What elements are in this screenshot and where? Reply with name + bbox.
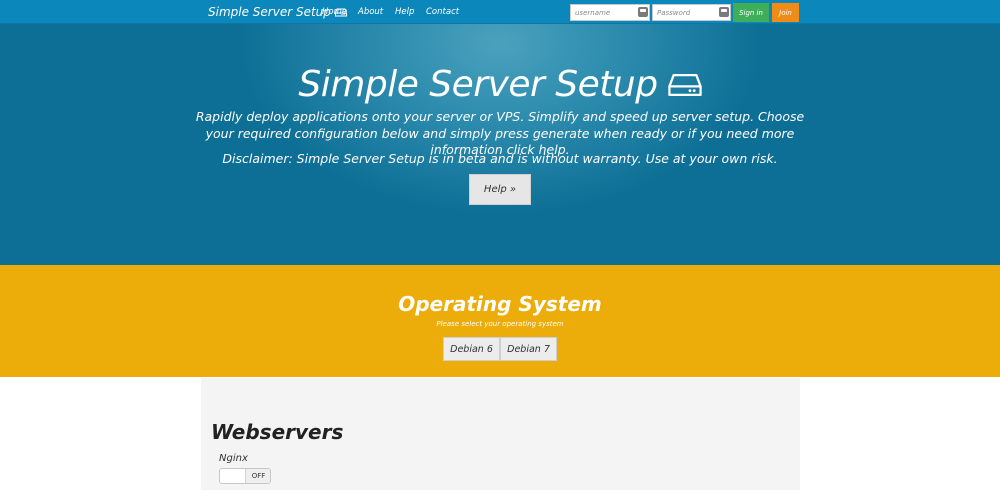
- sign-in-button[interactable]: Sign in: [733, 3, 769, 22]
- nav-home-link[interactable]: Home: [322, 7, 347, 17]
- debian-7-button[interactable]: Debian 7: [500, 337, 557, 361]
- debian-6-button[interactable]: Debian 6: [443, 337, 500, 361]
- key-icon: [638, 7, 648, 17]
- toggle-state-label: OFF: [246, 469, 270, 483]
- top-navbar: Simple Server Setup Home About Help Cont…: [0, 0, 1000, 24]
- webservers-title: Webservers: [211, 420, 344, 444]
- toggle-knob: [220, 469, 246, 483]
- nginx-toggle[interactable]: OFF: [219, 468, 271, 484]
- os-section-title: Operating System: [398, 292, 602, 316]
- hero-section: Simple Server Setup Rapidly deploy appli…: [0, 24, 1000, 265]
- nginx-label: Nginx: [219, 453, 248, 464]
- join-button[interactable]: Join: [772, 3, 799, 22]
- nav-contact-link[interactable]: Contact: [426, 7, 459, 17]
- webservers-panel: Webservers Nginx OFF: [201, 378, 800, 490]
- hero-title: Simple Server Setup: [298, 64, 658, 105]
- hero-title-row: Simple Server Setup: [0, 64, 1000, 105]
- help-button[interactable]: Help »: [469, 174, 531, 205]
- brand-text: Simple Server Setup: [208, 5, 331, 19]
- operating-system-section: Operating System Please select your oper…: [0, 265, 1000, 377]
- key-icon: [719, 7, 729, 17]
- nav-help-link[interactable]: Help: [395, 7, 414, 17]
- os-section-subtitle: Please select your operating system: [436, 320, 564, 328]
- hero-disclaimer: Disclaimer: Simple Server Setup is in be…: [222, 151, 778, 166]
- hard-drive-icon: [667, 73, 702, 96]
- nav-about-link[interactable]: About: [358, 7, 383, 17]
